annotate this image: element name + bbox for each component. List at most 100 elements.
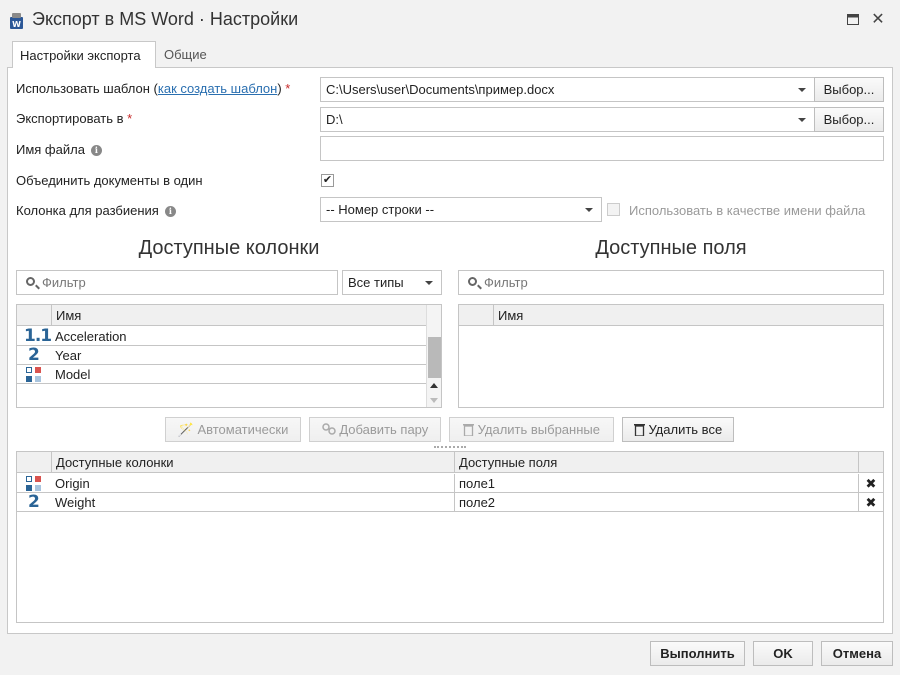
info-icon[interactable]: i	[90, 145, 102, 156]
add-pair-button-label: Добавить пару	[339, 422, 429, 437]
fields-filter-placeholder: Фильтр	[484, 275, 528, 290]
run-button[interactable]: Выполнить	[650, 641, 745, 666]
scrollbar[interactable]	[426, 305, 441, 407]
export-to-label: Экспортировать в *	[16, 111, 132, 126]
list-item[interactable]: Model	[17, 365, 427, 384]
add-pair-button[interactable]: Добавить пару	[309, 417, 441, 442]
available-fields-title: Доступные поля	[595, 237, 747, 259]
file-name-label-text: Имя файла	[16, 142, 85, 157]
tab-export-settings[interactable]: Настройки экспорта	[12, 41, 156, 68]
magic-wand-icon: 🪄	[177, 422, 194, 437]
table-row[interactable]: Origin поле1 ✖	[17, 474, 883, 493]
chevron-down-icon[interactable]	[425, 281, 433, 285]
remove-selected-button-label: Удалить выбранные	[477, 422, 600, 437]
svg-text:W: W	[12, 20, 21, 29]
template-label-prefix: Использовать шаблон (	[16, 81, 158, 96]
scroll-down-icon[interactable]	[430, 398, 438, 403]
category-icon-cell	[17, 474, 51, 493]
required-mark: *	[127, 111, 133, 126]
grid-header: Имя	[459, 305, 883, 326]
use-as-filename-label: Использовать в качестве имени файла	[629, 203, 866, 218]
split-column-label: Колонка для разбиения i	[16, 203, 176, 218]
close-icon[interactable]: ✕	[868, 10, 888, 30]
grid-header: Доступные колонки Доступные поля	[17, 452, 883, 473]
mapping-field-name[interactable]: поле1	[454, 474, 858, 493]
columns-filter-placeholder: Фильтр	[42, 275, 86, 290]
use-as-filename-checkbox[interactable]	[607, 203, 620, 216]
export-to-label-text: Экспортировать в	[16, 111, 124, 126]
chevron-down-icon[interactable]	[798, 88, 806, 92]
how-to-create-template-link[interactable]: как создать шаблон	[158, 81, 277, 96]
export-path-value: D:\	[326, 112, 343, 127]
remove-row-icon[interactable]: ✖	[858, 493, 883, 512]
window-title: Экспорт в MS Word · Настройки	[32, 9, 299, 29]
column-header-name[interactable]: Имя	[493, 305, 883, 326]
split-column-combo[interactable]: -- Номер строки --	[320, 197, 602, 222]
category-icon-cell	[17, 365, 51, 384]
remove-selected-button[interactable]: Удалить выбранные	[449, 417, 614, 442]
remove-all-button-label: Удалить все	[648, 422, 723, 437]
required-mark: *	[285, 81, 291, 96]
fields-filter-input[interactable]: Фильтр	[458, 270, 884, 295]
remove-row-icon[interactable]: ✖	[858, 474, 883, 493]
column-name: Acceleration	[55, 329, 127, 344]
trash-icon	[633, 424, 645, 437]
split-column-value: -- Номер строки --	[326, 202, 435, 217]
integer-number-icon: 2	[28, 345, 40, 365]
table-row[interactable]: 2 Weight поле2 ✖	[17, 492, 883, 512]
list-item[interactable]: 2 Year	[17, 345, 427, 365]
file-name-label: Имя файла i	[16, 142, 102, 157]
cancel-button[interactable]: Отмена	[821, 641, 893, 666]
column-header-columns[interactable]: Доступные колонки	[51, 452, 454, 473]
template-browse-button[interactable]: Выбор...	[814, 77, 884, 102]
column-header-fields[interactable]: Доступные поля	[454, 452, 858, 473]
columns-filter-input[interactable]: Фильтр	[16, 270, 338, 295]
merge-docs-checkbox[interactable]: ✔	[321, 174, 334, 187]
scroll-up-icon[interactable]	[430, 383, 438, 388]
column-name: Model	[55, 367, 91, 382]
mapping-column-name: Origin	[55, 476, 90, 491]
available-columns-title: Доступные колонки	[138, 237, 320, 259]
export-path-combo[interactable]: D:\	[320, 107, 815, 132]
mapping-grid: Доступные колонки Доступные поля Origin …	[16, 451, 884, 623]
chevron-down-icon[interactable]	[585, 208, 593, 212]
word-export-icon: W	[10, 13, 23, 29]
link-icon	[321, 423, 336, 435]
category-icon	[26, 476, 42, 492]
ok-button[interactable]: OK	[753, 641, 813, 666]
column-header-name[interactable]: Имя	[51, 305, 427, 326]
available-fields-grid: Имя	[458, 304, 884, 408]
type-filter-value: Все типы	[348, 275, 404, 290]
splitter-handle[interactable]	[434, 446, 466, 448]
maximize-icon[interactable]	[843, 10, 863, 30]
template-label: Использовать шаблон (как создать шаблон)…	[16, 81, 290, 96]
type-filter-combo[interactable]: Все типы	[342, 270, 442, 295]
tab-general[interactable]: Общие	[157, 41, 214, 68]
auto-button-label: Автоматически	[197, 422, 289, 437]
split-column-label-text: Колонка для разбиения	[16, 203, 159, 218]
template-path-combo[interactable]: C:\Users\user\Documents\пример.docx	[320, 77, 815, 102]
info-icon[interactable]: i	[164, 206, 176, 217]
merge-docs-label: Объединить документы в один	[16, 173, 203, 188]
scrollbar-thumb[interactable]	[428, 337, 441, 378]
export-browse-button[interactable]: Выбор...	[814, 107, 884, 132]
search-icon	[26, 277, 35, 286]
decimal-number-icon: 1.1	[24, 326, 52, 346]
grid-header: Имя	[17, 305, 427, 326]
available-columns-grid: Имя 1.1 Acceleration 2 Year Model	[16, 304, 442, 408]
auto-button[interactable]: 🪄 Автоматически	[165, 417, 301, 442]
mapping-column-name: Weight	[55, 495, 96, 510]
column-header-remove	[858, 452, 883, 473]
file-name-input[interactable]	[320, 136, 884, 161]
template-path-value: C:\Users\user\Documents\пример.docx	[326, 82, 555, 97]
remove-all-button[interactable]: Удалить все	[622, 417, 734, 442]
column-name: Year	[55, 348, 82, 363]
title-bar: W Экспорт в MS Word · Настройки ✕	[0, 0, 900, 40]
search-icon	[468, 277, 477, 286]
mapping-field-name[interactable]: поле2	[454, 493, 858, 512]
integer-number-icon: 2	[28, 492, 40, 512]
list-item[interactable]: 1.1 Acceleration	[17, 326, 427, 346]
chevron-down-icon[interactable]	[798, 118, 806, 122]
template-label-suffix: )	[277, 81, 282, 96]
trash-icon	[463, 424, 475, 437]
